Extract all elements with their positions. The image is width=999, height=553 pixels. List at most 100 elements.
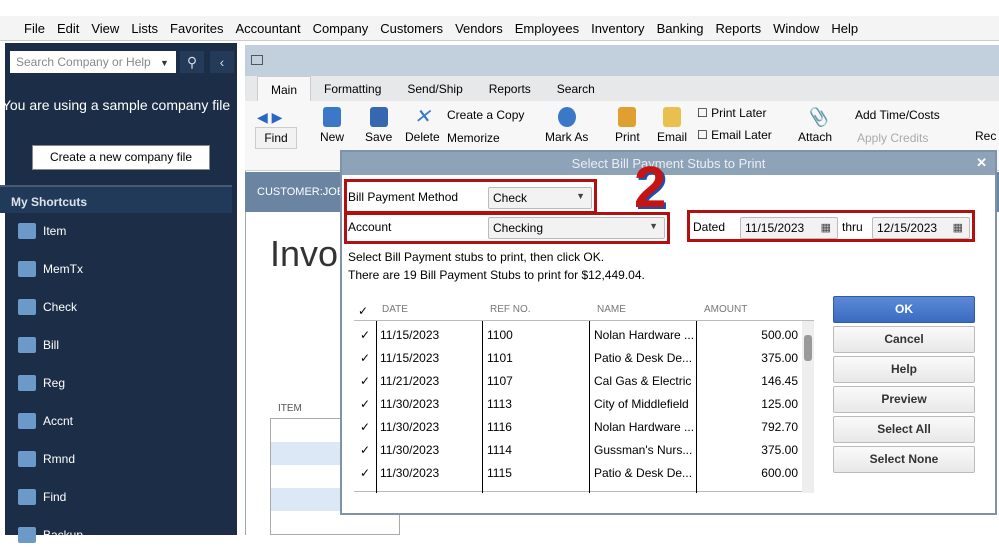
col-date[interactable]: DATE: [382, 304, 408, 315]
account-select[interactable]: Checking ▼: [488, 217, 665, 239]
calendar-icon[interactable]: ▦: [953, 221, 963, 234]
tab-search[interactable]: Search: [544, 76, 608, 101]
mark-as-button[interactable]: Mark As: [545, 107, 588, 144]
scrollbar-thumb[interactable]: [804, 335, 812, 361]
print-later-checkbox[interactable]: ☐ Print Later: [697, 106, 766, 120]
cancel-button[interactable]: Cancel: [833, 326, 975, 353]
tab-main[interactable]: Main: [257, 76, 312, 101]
col-ref[interactable]: REF NO.: [490, 304, 531, 315]
search-input[interactable]: Search Company or Help: [10, 51, 176, 73]
attach-file-button[interactable]: 📎 Attach: [798, 107, 832, 144]
select-none-button[interactable]: Select None: [833, 446, 975, 473]
receive-payments-button[interactable]: Rec: [975, 129, 996, 143]
find-button[interactable]: Find: [255, 127, 297, 149]
new-button[interactable]: New: [320, 107, 344, 144]
col-check[interactable]: ✓: [358, 304, 368, 318]
prev-next-arrows-icon[interactable]: ◀ ▶: [257, 109, 282, 126]
save-button[interactable]: Save: [365, 107, 392, 144]
shortcut-rmnd[interactable]: Rmnd: [5, 441, 223, 477]
row-check[interactable]: ✓: [360, 466, 370, 480]
close-icon[interactable]: ✕: [976, 155, 987, 171]
table-row[interactable]: ✓ 11/21/2023 1107 Cal Gas & Electric 146.45: [354, 369, 802, 392]
shortcut-backup[interactable]: Backup: [5, 517, 223, 553]
preview-button[interactable]: Preview: [833, 386, 975, 413]
col-amount[interactable]: AMOUNT: [704, 304, 747, 315]
table-row[interactable]: ✓ 11/30/2023 1116 Nolan Hardware ... 792.70: [354, 415, 802, 438]
menu-vendors[interactable]: Vendors: [455, 21, 503, 36]
menu-customers[interactable]: Customers: [380, 21, 443, 36]
step-annotation: 2: [634, 155, 667, 220]
menu-view[interactable]: View: [91, 21, 119, 36]
shortcuts-header: My Shortcuts: [0, 185, 232, 213]
label: New: [320, 130, 345, 144]
window-menu-icon[interactable]: [251, 55, 263, 65]
shortcut-item[interactable]: Item: [5, 213, 223, 249]
menu-inventory[interactable]: Inventory: [591, 21, 644, 36]
row-ref: 1107: [487, 374, 513, 388]
payment-method-select[interactable]: Check ▼: [488, 187, 592, 209]
shortcut-find[interactable]: Find: [5, 479, 223, 515]
date-to-input[interactable]: 12/15/2023 ▦: [872, 217, 970, 239]
shortcut-label: Reg: [43, 376, 66, 390]
select-all-button[interactable]: Select All: [833, 416, 975, 443]
table-row[interactable]: ✓ 11/15/2023 1101 Patio & Desk De... 375.00: [354, 346, 802, 369]
date-from-input[interactable]: 11/15/2023 ▦: [740, 217, 838, 239]
row-name: Gussman's Nurs...: [594, 443, 693, 457]
table-row[interactable]: ✓ 11/30/2023 1115 Patio & Desk De... 600.00: [354, 461, 802, 484]
print-button[interactable]: Print: [615, 107, 640, 144]
create-company-button[interactable]: Create a new company file: [32, 145, 210, 170]
table-row[interactable]: ✓ 11/30/2023 1113 City of Middlefield 125.00: [354, 392, 802, 415]
row-check[interactable]: ✓: [360, 420, 370, 434]
shortcut-label: Find: [43, 490, 67, 504]
row-check[interactable]: ✓: [360, 443, 370, 457]
table-row[interactable]: ✓ 11/15/2023 1100 Nolan Hardware ... 500.00: [354, 323, 802, 346]
help-button[interactable]: Help: [833, 356, 975, 383]
menu-file[interactable]: File: [24, 21, 45, 36]
delete-button[interactable]: ✕ Delete: [405, 107, 440, 144]
menu-lists[interactable]: Lists: [131, 21, 158, 36]
shortcut-memtx[interactable]: MemTx: [5, 251, 223, 287]
ok-button[interactable]: OK: [833, 296, 975, 323]
calendar-icon[interactable]: ▦: [821, 221, 831, 234]
shortcut-bill[interactable]: Bill: [5, 327, 223, 363]
scrollbar[interactable]: [802, 321, 814, 493]
check-icon: [18, 299, 36, 315]
row-check[interactable]: ✓: [360, 397, 370, 411]
menu-help[interactable]: Help: [831, 21, 858, 36]
row-check[interactable]: ✓: [360, 374, 370, 388]
email-later-checkbox[interactable]: ☐ Email Later: [697, 128, 772, 142]
menu-accountant[interactable]: Accountant: [236, 21, 301, 36]
row-check[interactable]: ✓: [360, 328, 370, 342]
create-copy-button[interactable]: Create a Copy: [447, 108, 524, 122]
menu-favorites[interactable]: Favorites: [170, 21, 223, 36]
add-time-costs-button[interactable]: Add Time/Costs: [855, 108, 940, 122]
tab-reports[interactable]: Reports: [476, 76, 544, 101]
row-check[interactable]: ✓: [360, 351, 370, 365]
search-icon[interactable]: ⚲: [180, 51, 204, 73]
shortcut-reg[interactable]: Reg: [5, 365, 223, 401]
tab-formatting[interactable]: Formatting: [311, 76, 394, 101]
chevron-down-icon[interactable]: ▼: [160, 58, 169, 68]
collapse-sidebar-icon[interactable]: ‹: [210, 51, 234, 73]
memorize-button[interactable]: Memorize: [447, 131, 500, 145]
menu-window[interactable]: Window: [773, 21, 819, 36]
shortcut-check[interactable]: Check: [5, 289, 223, 325]
menu-bar: File Edit View Lists Favorites Accountant Comp…: [0, 16, 999, 41]
email-button[interactable]: Email: [657, 107, 687, 144]
menu-banking[interactable]: Banking: [657, 21, 704, 36]
tab-send-ship[interactable]: Send/Ship: [394, 76, 475, 101]
dialog-title: Select Bill Payment Stubs to Print: [342, 152, 995, 175]
row-ref: 1101: [487, 351, 513, 365]
dated-label: Dated: [693, 220, 726, 234]
col-name[interactable]: NAME: [597, 304, 626, 315]
menu-company[interactable]: Company: [313, 21, 369, 36]
apply-credits-button[interactable]: Apply Credits: [857, 131, 928, 145]
menu-reports[interactable]: Reports: [716, 21, 762, 36]
row-amount: 375.00: [761, 443, 798, 457]
table-body: ✓ 11/15/2023 1100 Nolan Hardware ... 500.00 ✓…: [354, 320, 814, 493]
menu-employees[interactable]: Employees: [515, 21, 579, 36]
menu-edit[interactable]: Edit: [57, 21, 79, 36]
select-bill-payment-stubs-dialog: Select Bill Payment Stubs to Print ✕ 2 B…: [340, 150, 997, 515]
shortcut-accnt[interactable]: Accnt: [5, 403, 223, 439]
table-row[interactable]: ✓ 11/30/2023 1114 Gussman's Nurs... 375.00: [354, 438, 802, 461]
